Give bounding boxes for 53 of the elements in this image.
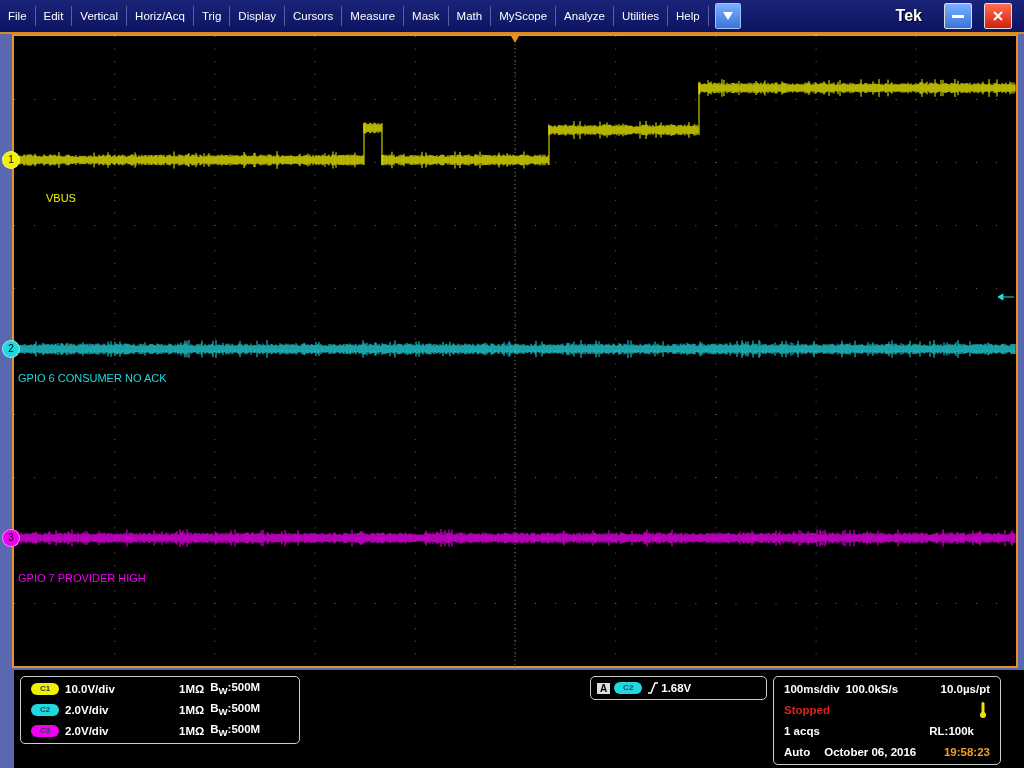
menu-item[interactable]: Utilities bbox=[614, 6, 669, 26]
brand-logo: Tek bbox=[895, 7, 922, 25]
input-impedance: 1MΩ bbox=[179, 704, 205, 716]
acquisition-state: Stopped bbox=[784, 704, 830, 716]
menu-item[interactable]: Edit bbox=[35, 6, 73, 26]
time: 19:58:23 bbox=[943, 746, 990, 758]
menu-item[interactable]: MyScope bbox=[491, 6, 557, 26]
record-length: RL:100k bbox=[929, 725, 974, 737]
caret-icon bbox=[722, 12, 733, 20]
channel-marker[interactable]: 3 bbox=[2, 529, 20, 547]
menu-item[interactable]: Analyze bbox=[556, 6, 614, 26]
channel-marker[interactable]: 1 bbox=[2, 151, 20, 169]
menu-item[interactable]: File bbox=[0, 6, 36, 26]
trigger-source-badge[interactable]: C2 bbox=[614, 682, 643, 694]
bandwidth-limit: B$_{W}$:500M bbox=[210, 702, 261, 718]
menu-item[interactable]: Trig bbox=[193, 6, 231, 26]
minimize-button[interactable] bbox=[944, 3, 972, 29]
menu-item[interactable]: Mask bbox=[404, 6, 449, 26]
channel-marker[interactable]: 2 bbox=[2, 340, 20, 358]
vertical-scale: 2.0V/div bbox=[65, 704, 110, 716]
vertical-scale: 2.0V/div bbox=[65, 725, 110, 737]
trigger-mode: Auto bbox=[784, 746, 811, 758]
vertical-scale: 10.0V/div bbox=[65, 683, 116, 695]
dropdown-button[interactable] bbox=[714, 3, 741, 29]
trigger-level: 1.68V bbox=[661, 682, 692, 694]
channel-label: VBUS bbox=[46, 192, 76, 204]
close-button[interactable] bbox=[984, 3, 1012, 29]
trigger-level-arrow bbox=[997, 293, 1015, 301]
channel-badge[interactable]: C1 bbox=[31, 683, 59, 695]
menu-item[interactable]: Math bbox=[448, 6, 492, 26]
input-impedance: 1MΩ bbox=[179, 683, 205, 695]
bandwidth-limit: B$_{W}$:500M bbox=[210, 681, 261, 697]
timebase: 100ms/div bbox=[784, 683, 840, 695]
menu-item[interactable]: Horiz/Acq bbox=[127, 6, 194, 26]
menu-item[interactable]: Cursors bbox=[285, 6, 343, 26]
rising-edge-icon bbox=[648, 682, 659, 694]
sample-rate: 100.0kS/s bbox=[845, 683, 899, 695]
minimize-icon bbox=[952, 14, 964, 18]
channel-badge[interactable]: C2 bbox=[31, 704, 59, 716]
trigger-mode-label: A bbox=[597, 682, 611, 694]
menu-item[interactable]: Help bbox=[668, 6, 709, 26]
thermometer-icon bbox=[980, 702, 986, 718]
channel-label: GPIO 7 PROVIDER HIGH bbox=[18, 572, 146, 584]
menu-item[interactable]: Vertical bbox=[72, 6, 128, 26]
channel-label: GPIO 6 CONSUMER NO ACK bbox=[18, 372, 167, 384]
input-impedance: 1MΩ bbox=[179, 725, 205, 737]
time-per-point: 10.0µs/pt bbox=[940, 683, 990, 695]
bandwidth-limit: B$_{W}$:500M bbox=[210, 723, 261, 739]
menu-item[interactable]: Measure bbox=[342, 6, 405, 26]
close-icon bbox=[993, 11, 1003, 21]
date: October 06, 2016 bbox=[824, 746, 917, 758]
acquisition-count: 1 acqs bbox=[784, 725, 820, 737]
menu-item[interactable]: Display bbox=[230, 6, 286, 26]
